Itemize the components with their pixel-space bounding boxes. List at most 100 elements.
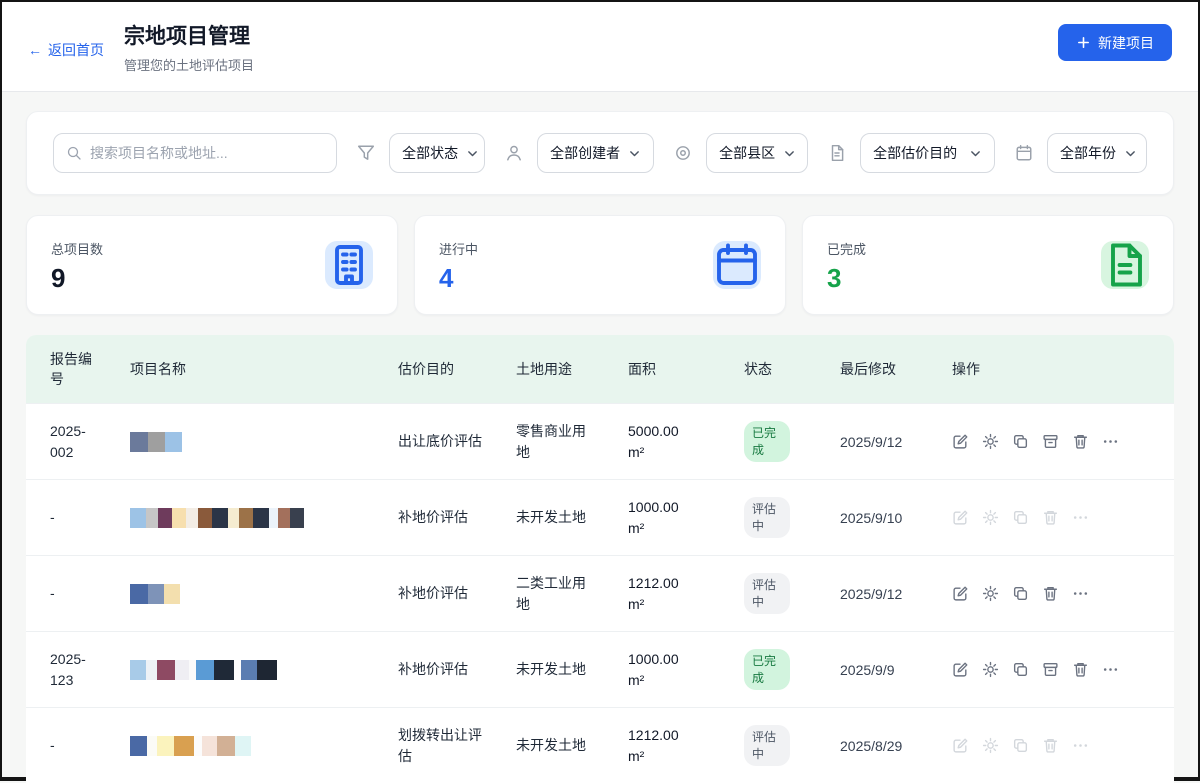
edit-icon[interactable] [952,433,969,450]
gear-icon[interactable] [982,661,999,678]
status-cell: 评估中 [736,497,832,539]
purpose-cell: 补地价评估 [390,583,508,604]
location-icon [674,144,692,162]
status-select-value: 全部状态 [402,143,458,163]
creator-select[interactable]: 全部创建者 [537,133,654,173]
trash-icon [1042,737,1059,754]
redacted-block [241,660,257,680]
project-name-redacted [130,736,382,756]
status-cell: 评估中 [736,725,832,767]
report-no-cell: - [26,583,122,603]
status-badge: 已完成 [744,649,790,691]
gear-icon[interactable] [982,585,999,602]
more-icon [1072,737,1089,754]
stat-label: 进行中 [439,239,478,258]
actions-cell [944,737,1174,754]
area-cell: 1000.00m² [620,497,736,539]
area-cell: 1212.00m² [620,573,736,615]
redacted-block [172,508,186,528]
trash-icon[interactable] [1072,433,1089,450]
redacted-block [235,736,251,756]
trash-icon[interactable] [1042,585,1059,602]
edit-icon [952,509,969,526]
column-header-area: 面积 [620,359,736,379]
redacted-block [165,432,182,452]
calendar-icon [1015,144,1033,162]
archive-icon[interactable] [1042,433,1059,450]
table-row[interactable]: -划拨转出让评估未开发土地1212.00m²评估中2025/8/29 [26,707,1174,783]
purpose-cell: 补地价评估 [390,659,508,680]
funnel-icon [357,144,375,162]
purpose-select[interactable]: 全部估价目的 [860,133,995,173]
edit-icon[interactable] [952,585,969,602]
gear-icon [982,737,999,754]
page-title: 宗地项目管理 [124,20,254,50]
redacted-block [157,736,174,756]
more-icon[interactable] [1102,661,1119,678]
land-use-cell: 未开发土地 [508,659,620,680]
chevron-down-icon [1124,147,1137,160]
status-select[interactable]: 全部状态 [389,133,485,173]
last-modified-cell: 2025/9/10 [832,510,944,526]
document-icon [828,144,846,162]
back-home-link[interactable]: ← 返回首页 [28,40,104,60]
status-badge: 评估中 [744,497,790,539]
file-text-icon [1101,241,1149,289]
status-cell: 已完成 [736,649,832,691]
status-cell: 已完成 [736,421,832,463]
district-select[interactable]: 全部县区 [706,133,808,173]
year-select[interactable]: 全部年份 [1047,133,1147,173]
creator-select-value: 全部创建者 [550,143,620,163]
actions-cell [944,661,1174,678]
search-box [53,133,337,173]
copy-icon[interactable] [1012,433,1029,450]
chevron-down-icon [466,147,479,160]
page: { "header": { "back_arrow": "←", "back_l… [0,0,1200,781]
redacted-block [234,660,241,680]
table-header-row: 报告编号 项目名称 估价目的 土地用途 面积 状态 最后修改 操作 [26,335,1174,403]
more-icon[interactable] [1102,433,1119,450]
column-header-actions: 操作 [944,359,1174,379]
new-project-button[interactable]: 新建项目 [1058,24,1172,61]
purpose-text: 出让底价评估 [398,431,482,452]
column-header-modified: 最后修改 [832,359,944,379]
more-icon[interactable] [1072,585,1089,602]
archive-icon[interactable] [1042,661,1059,678]
copy-icon[interactable] [1012,585,1029,602]
purpose-cell: 划拨转出让评估 [390,725,508,767]
redacted-block [186,508,198,528]
edit-icon[interactable] [952,661,969,678]
status-badge: 已完成 [744,421,790,463]
purpose-text: 补地价评估 [398,583,468,604]
gear-icon[interactable] [982,433,999,450]
purpose-select-value: 全部估价目的 [873,143,957,163]
table-row[interactable]: -补地价评估未开发土地1000.00m²评估中2025/9/10 [26,479,1174,555]
table-row[interactable]: 2025-002出让底价评估零售商业用地5000.00m²已完成2025/9/1… [26,403,1174,479]
person-icon [505,144,523,162]
redacted-block [196,660,214,680]
column-header-report-no: 报告编号 [26,349,122,390]
table-row[interactable]: -补地价评估二类工业用地1212.00m²评估中2025/9/12 [26,555,1174,631]
land-use-text: 未开发土地 [516,507,586,528]
status-cell: 评估中 [736,573,832,615]
land-use-text: 未开发土地 [516,659,586,680]
redacted-block [146,660,157,680]
area-value: 1212.00 [628,573,728,594]
copy-icon[interactable] [1012,661,1029,678]
status-badge: 评估中 [744,573,790,615]
report-no-cell: - [26,735,122,755]
redacted-block [189,660,196,680]
search-input[interactable] [90,145,324,161]
table-row[interactable]: 2025-123补地价评估未开发土地1000.00m²已完成2025/9/9 [26,631,1174,707]
redacted-block [130,508,146,528]
redacted-block [269,508,278,528]
land-use-cell: 未开发土地 [508,735,620,756]
trash-icon[interactable] [1072,661,1089,678]
building-icon [325,241,373,289]
area-unit: m² [628,746,728,767]
redacted-block [174,736,194,756]
redacted-block [148,432,165,452]
land-use-text: 二类工业用地 [516,573,586,615]
purpose-text: 划拨转出让评估 [398,725,486,767]
report-no: - [50,735,55,755]
